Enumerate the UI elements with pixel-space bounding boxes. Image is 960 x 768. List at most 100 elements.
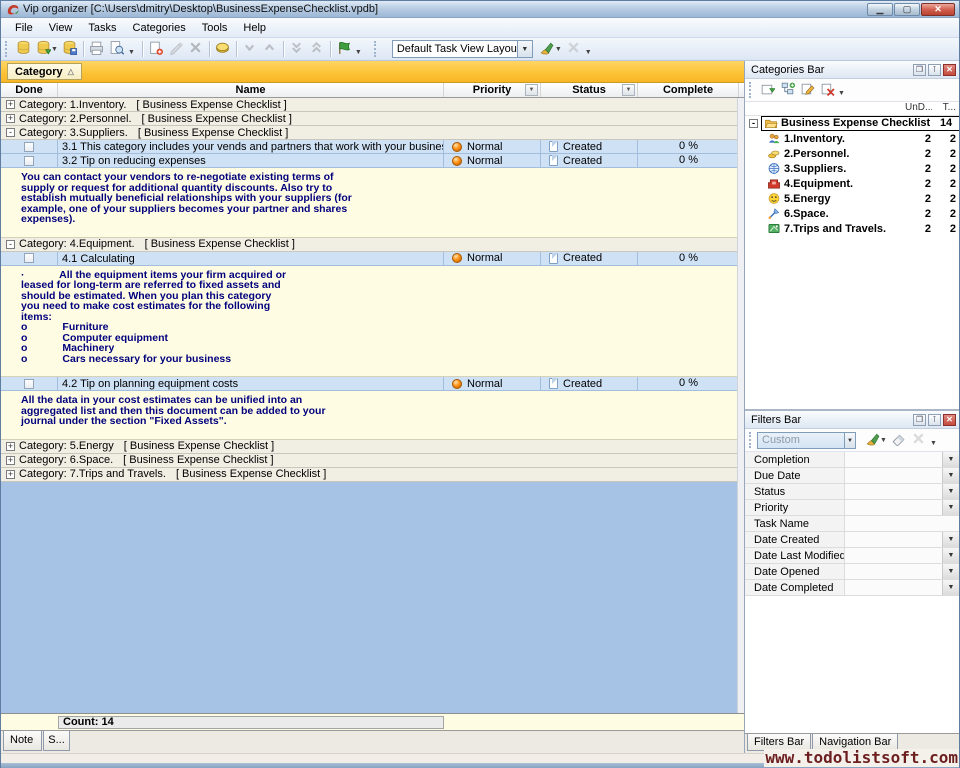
task-priority-cell[interactable]: Normal [444, 377, 541, 390]
tree-item[interactable]: 7.Trips and Travels.22 [745, 221, 959, 236]
tab-note[interactable]: Note [3, 731, 42, 751]
menu-help[interactable]: Help [235, 20, 274, 36]
filter-value[interactable] [845, 548, 942, 563]
new-subcategory-button[interactable] [777, 81, 797, 100]
tree-item[interactable]: 5.Energy22 [745, 191, 959, 206]
filter-value[interactable] [845, 468, 942, 483]
dropdown-chevron-icon[interactable]: ▼ [51, 46, 58, 53]
category-row[interactable]: -Category: 3.Suppliers.[ Business Expens… [1, 126, 739, 140]
task-status-cell[interactable]: Created [541, 377, 638, 390]
task-priority-cell[interactable]: Normal [444, 154, 541, 167]
menu-tasks[interactable]: Tasks [80, 20, 124, 36]
task-name-cell[interactable]: 3.1 This category includes your vends an… [58, 140, 444, 153]
tree-item[interactable]: 3.Suppliers.22 [745, 161, 959, 176]
filters-bar-close-button[interactable]: ✕ [943, 414, 956, 426]
filter-dropdown-button[interactable]: ▼ [942, 452, 959, 467]
category-row[interactable]: +Category: 1.Inventory.[ Business Expens… [1, 98, 739, 112]
customize-layout-button[interactable] [537, 40, 557, 59]
categories-bar-close-button[interactable]: ✕ [943, 64, 956, 76]
expand-icon[interactable]: + [6, 470, 15, 479]
priority-filter-dropdown[interactable]: ▼ [525, 84, 538, 96]
tree-item[interactable]: 6.Space.22 [745, 206, 959, 221]
category-row[interactable]: +Category: 5.Energy[ Business Expense Ch… [1, 440, 739, 454]
layout-combo-dropdown[interactable]: ▼ [518, 40, 533, 58]
filter-value[interactable] [845, 516, 959, 531]
menu-categories[interactable]: Categories [125, 20, 194, 36]
category-row[interactable]: +Category: 2.Personnel.[ Business Expens… [1, 112, 739, 126]
filter-dropdown-button[interactable]: ▼ [942, 468, 959, 483]
task-status-cell[interactable]: Created [541, 252, 638, 265]
toolbar-overflow-icon[interactable]: ▼ [838, 90, 845, 97]
print-preview-button[interactable] [107, 40, 127, 59]
collapse-icon[interactable]: - [6, 240, 15, 249]
category-row[interactable]: -Category: 4.Equipment.[ Business Expens… [1, 238, 739, 252]
tab-s[interactable]: S... [43, 731, 70, 751]
dropdown-chevron-icon[interactable]: ▼ [555, 46, 562, 53]
categories-bar-pin-button[interactable]: ⊺ [928, 64, 941, 76]
tree-item[interactable]: 2.Personnel.22 [745, 146, 959, 161]
tree-column-undone[interactable]: UnD... [905, 102, 932, 115]
tree-column-total[interactable]: T... [932, 102, 959, 115]
delete-category-button[interactable] [817, 81, 837, 100]
print-button[interactable] [87, 40, 107, 59]
layout-combo[interactable]: Default Task View Layout ▼ [392, 40, 533, 58]
filter-value[interactable] [845, 532, 942, 547]
toolbar-overflow-icon[interactable]: ▼ [128, 49, 135, 56]
expand-icon[interactable]: + [6, 114, 15, 123]
filter-dropdown-button[interactable]: ▼ [942, 580, 959, 595]
task-name-cell[interactable]: 3.2 Tip on reducing expenses [58, 154, 444, 167]
dropdown-chevron-icon[interactable]: ▼ [880, 437, 887, 444]
filter-dropdown-button[interactable]: ▼ [942, 548, 959, 563]
new-database-button[interactable] [13, 40, 33, 59]
filter-value[interactable] [845, 452, 942, 467]
task-status-cell[interactable]: Created [541, 154, 638, 167]
expand-icon[interactable]: + [6, 100, 15, 109]
tree-item[interactable]: 1.Inventory.22 [745, 131, 959, 146]
apply-filter-button[interactable] [862, 431, 882, 450]
filter-value[interactable] [845, 564, 942, 579]
group-by-category-chip[interactable]: Category △ [7, 63, 82, 80]
filter-value[interactable] [845, 500, 942, 515]
column-header-done[interactable]: Done [1, 83, 58, 97]
filter-preset-value[interactable]: Custom [757, 432, 845, 449]
filter-dropdown-button[interactable]: ▼ [942, 564, 959, 579]
toolbar-overflow-icon[interactable]: ▼ [930, 440, 937, 447]
tree-item[interactable]: -Business Expense Checklist1414 [745, 116, 959, 131]
close-button[interactable]: ✕ [921, 3, 955, 16]
layout-combo-value[interactable]: Default Task View Layout [392, 40, 518, 58]
task-checkbox[interactable] [24, 156, 34, 166]
task-name-cell[interactable]: 4.2 Tip on planning equipment costs [58, 377, 444, 390]
toolbar-overflow-icon[interactable]: ▼ [585, 49, 592, 56]
filter-dropdown-button[interactable]: ▼ [942, 484, 959, 499]
category-row[interactable]: +Category: 7.Trips and Travels.[ Busines… [1, 468, 739, 482]
expand-icon[interactable]: + [6, 456, 15, 465]
tree-item[interactable]: 4.Equipment.22 [745, 176, 959, 191]
task-row[interactable]: 3.1 This category includes your vends an… [1, 140, 739, 154]
categories-bar-restore-button[interactable]: ❐ [913, 64, 926, 76]
task-checkbox[interactable] [24, 379, 34, 389]
task-row[interactable]: 3.2 Tip on reducing expensesNormalCreate… [1, 154, 739, 168]
toolbar-overflow-icon[interactable]: ▼ [355, 49, 362, 56]
minimize-button[interactable]: ▁ [867, 3, 893, 16]
filter-preset-combo[interactable]: Custom ▼ [757, 432, 856, 449]
open-database-button[interactable] [33, 40, 53, 59]
complete-task-button[interactable] [213, 40, 233, 59]
edit-category-button[interactable] [797, 81, 817, 100]
filters-bar-restore-button[interactable]: ❐ [913, 414, 926, 426]
filter-dropdown-button[interactable]: ▼ [942, 532, 959, 547]
task-priority-cell[interactable]: Normal [444, 140, 541, 153]
view-layout-button[interactable] [334, 40, 354, 59]
collapse-icon[interactable]: - [6, 128, 15, 137]
filter-dropdown-button[interactable]: ▼ [942, 500, 959, 515]
task-row[interactable]: 4.1 CalculatingNormalCreated0 % [1, 252, 739, 266]
menu-file[interactable]: File [7, 20, 41, 36]
expand-icon[interactable]: + [6, 442, 15, 451]
task-status-cell[interactable]: Created [541, 140, 638, 153]
task-checkbox[interactable] [24, 253, 34, 263]
task-row[interactable]: 4.2 Tip on planning equipment costsNorma… [1, 377, 739, 391]
menu-view[interactable]: View [41, 20, 81, 36]
task-priority-cell[interactable]: Normal [444, 252, 541, 265]
filter-value[interactable] [845, 484, 942, 499]
filter-preset-dropdown[interactable]: ▼ [845, 432, 856, 449]
menu-tools[interactable]: Tools [194, 20, 236, 36]
